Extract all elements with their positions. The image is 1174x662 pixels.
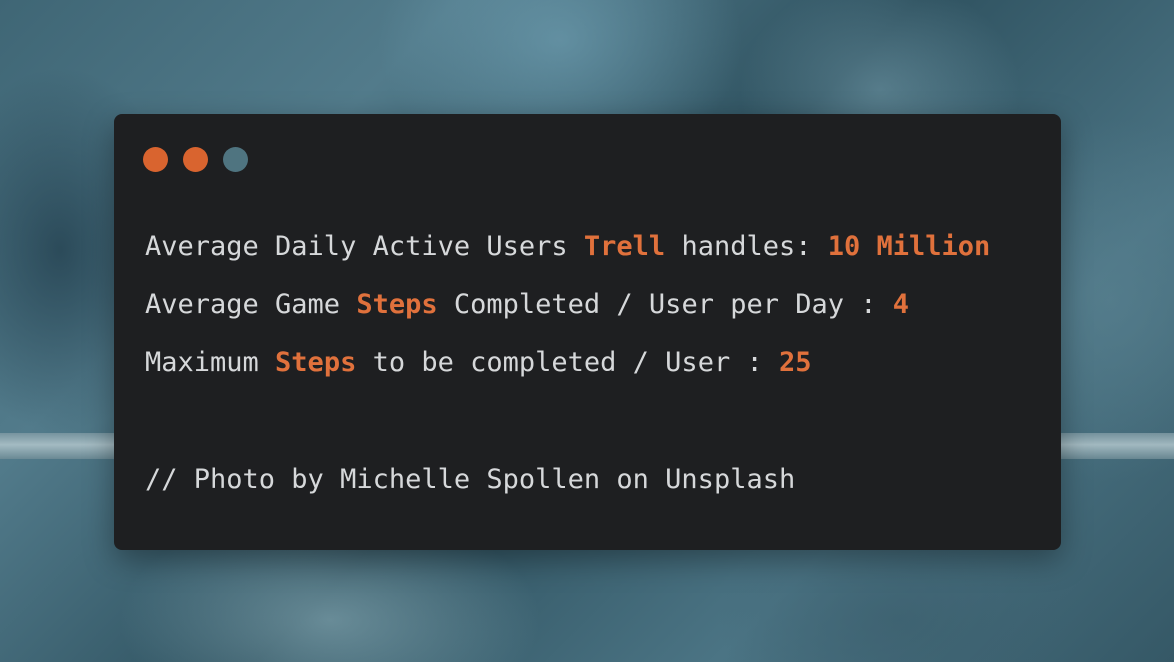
code-text: Completed / User per Day : <box>437 289 893 320</box>
maximize-dot-icon[interactable] <box>223 147 248 172</box>
code-comment: // Photo by Michelle Spollen on Unsplash <box>145 464 796 495</box>
code-text: Average Game <box>145 289 357 320</box>
code-keyword: Steps <box>275 347 357 378</box>
code-window: Average Daily Active Users Trell handles… <box>114 114 1061 550</box>
code-text: Average Daily Active Users <box>145 231 584 262</box>
close-dot-icon[interactable] <box>143 147 168 172</box>
code-line-max-steps: Maximum Steps to be completed / User : 2… <box>145 346 811 380</box>
minimize-dot-icon[interactable] <box>183 147 208 172</box>
code-value: 10 Million <box>827 231 991 262</box>
code-value: 4 <box>892 289 910 320</box>
code-value: 25 <box>778 347 812 378</box>
code-text: to be completed / User : <box>356 347 779 378</box>
code-keyword: Trell <box>583 231 666 262</box>
code-line-daily-users: Average Daily Active Users Trell handles… <box>145 230 990 264</box>
code-text: handles: <box>665 231 828 262</box>
window-controls <box>143 147 248 172</box>
code-keyword: Steps <box>356 289 438 320</box>
code-line-steps-per-day: Average Game Steps Completed / User per … <box>145 288 909 322</box>
code-text: Maximum <box>145 347 276 378</box>
